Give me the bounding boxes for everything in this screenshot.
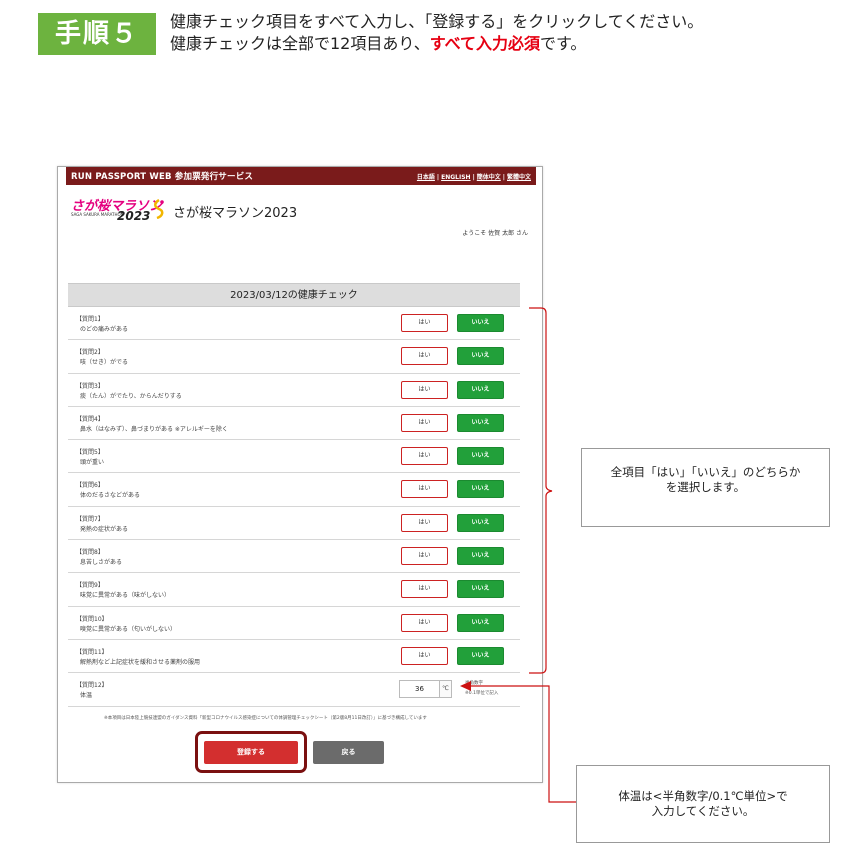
yes-button[interactable]: はい [401,580,448,599]
lang-traditional-chinese-link[interactable]: 繁體中文 [507,174,531,181]
question-number: 【質問5】 [76,449,104,457]
logo-sub-text: SAGA SAKURA MARATHON [71,212,124,217]
yes-button[interactable]: はい [401,613,448,632]
question-row-6: 【質問6】体のだるさなどがある はい いいえ [68,473,520,507]
question-row-11: 【質問11】解熱剤など上記症状を緩和させる薬剤の服用 はい いいえ [68,639,520,674]
question-row-8: 【質問8】息苦しさがある はい いいえ [68,540,520,574]
question-row-9: 【質問9】味覚に異常がある（味がしない） はい いいえ [68,573,520,607]
question-row-7: 【質問7】発熱の症状がある はい いいえ [68,506,520,541]
callout-1-line-1: 全項目「はい」「いいえ」のどちらか [610,464,801,479]
no-button[interactable]: いいえ [457,413,504,432]
question-row-2: 【質問2】咳（せき）がでる はい いいえ [68,340,520,374]
callout-select-all: 全項目「はい」「いいえ」のどちらか を選択します。 [581,448,830,527]
step-instruction-line-1: 健康チェック項目をすべて入力し、「登録する」をクリックしてください。 [170,12,704,31]
no-button[interactable]: いいえ [457,547,504,566]
yes-button[interactable]: はい [401,347,448,366]
event-logo: さが桜マラソン SAGA SAKURA MARATHON 2023 [71,195,164,225]
required-emphasis: すべて入力必須 [429,34,540,53]
lang-japanese-link[interactable]: 日本語 [417,174,435,181]
question-text: 息苦しさがある [80,559,123,567]
welcome-message: ようこそ 佐賀 太郎 さん [462,230,528,237]
back-button[interactable]: 戻る [313,741,384,764]
yes-button[interactable]: はい [401,646,448,665]
logo-swoosh-icon [154,199,164,219]
no-button[interactable]: いいえ [457,314,504,332]
temperature-input[interactable]: 36 [399,680,440,699]
no-button[interactable]: いいえ [457,646,504,665]
question-text: 嗅覚に異常がある（匂いがしない） [80,625,177,633]
form-footnote: ※本項目は日本陸上競技連盟のガイダンス資料「新型コロナウイルス感染症についての体… [104,716,427,721]
logo-year: 2023 [117,209,151,223]
lang-simplified-chinese-link[interactable]: 簡体中文 [477,174,501,181]
question-number: 【質問6】 [76,482,104,490]
question-number: 【質問11】 [76,648,108,656]
question-text: 発熱の症状がある [80,525,129,533]
yes-button[interactable]: はい [401,513,448,532]
no-button[interactable]: いいえ [457,580,504,599]
step-line2-pre: 健康チェックは全部で12項目あり、 [170,34,430,53]
yes-button[interactable]: はい [401,547,448,566]
temperature-unit: ℃ [440,680,452,699]
callout-1-line-2: を選択します。 [665,479,746,494]
question-text: 痰（たん）がでたり、からんだりする [80,392,182,400]
yes-button[interactable]: はい [401,447,448,466]
site-topbar: RUN PASSPORT WEB 参加票発行サービス 日本語 | ENGLISH | 簡… [66,167,536,185]
question-text: 鼻水（はなみず）、鼻づまりがある ※アレルギーを除く [80,425,228,433]
question-row-1: 【質問1】のどの痛みがある はい いいえ [68,307,520,341]
step-instructions: 健康チェック項目をすべて入力し、「登録する」をクリックしてください。 健康チェッ… [170,11,703,55]
question-row-5: 【質問5】頭が重い はい いいえ [68,440,520,474]
language-menu: 日本語 | ENGLISH | 簡体中文 | 繁體中文 [416,174,531,181]
question-list: 【質問1】 のどの痛みがある はい いいえ 【質問2】 咳（せき）がでる はい いいえ 【質問3… [68,307,520,674]
callout-2-line-1: 体温は<半角数字/0.1℃単位>で [618,789,788,803]
no-button[interactable]: いいえ [457,513,504,532]
no-button[interactable]: いいえ [457,447,504,466]
question-text: 頭が重い [80,459,105,467]
no-button[interactable]: いいえ [457,380,504,399]
health-check-title: 2023/03/12の健康チェック [68,283,520,307]
question-row-12: 【質問12】 体温 36 ℃ 半角数字 ※0.1単位で記入 [68,673,520,707]
yes-button[interactable]: はい [401,314,448,332]
question-number: 【質問7】 [76,515,104,523]
question-text: 体のだるさなどがある [80,492,141,500]
question-number: 【質問1】 [76,316,104,323]
lang-english-link[interactable]: ENGLISH [441,174,470,181]
question-row-3: 【質問3】痰（たん）がでたり、からんだりする はい いいえ [68,373,520,407]
question-number: 【質問8】 [76,549,104,557]
question-row-4: 【質問4】鼻水（はなみず）、鼻づまりがある ※アレルギーを除く はい いいえ [68,406,520,441]
step-instruction-line-2: 健康チェックは全部で12項目あり、すべて入力必須です。 [170,33,703,55]
question-text: 解熱剤など上記症状を緩和させる薬剤の服用 [80,658,201,666]
health-check-form: 2023/03/12の健康チェック 【質問1】 のどの痛みがある はい いいえ 【質問2… [68,283,520,707]
temperature-note-precision: ※0.1単位で記入 [465,691,499,697]
question-number: 【質問9】 [76,582,104,590]
no-button[interactable]: いいえ [457,480,504,499]
yes-button[interactable]: はい [401,480,448,499]
submit-button[interactable]: 登録する [204,741,298,764]
callout-2-line-2: 入力してください。 [651,804,755,818]
question-number: 【質問12】 [76,682,108,690]
site-brand: RUN PASSPORT WEB 参加票発行サービス [71,172,254,182]
question-text: 咳（せき）がでる [80,359,129,367]
step-badge: 手順５ [38,13,156,55]
temperature-note-format: 半角数字 [465,681,483,687]
no-button[interactable]: いいえ [457,613,504,632]
question-number: 【質問3】 [76,382,104,390]
question-text: のどの痛みがある [80,326,129,333]
yes-button[interactable]: はい [401,413,448,432]
form-screenshot: RUN PASSPORT WEB 参加票発行サービス 日本語 | ENGLISH | 簡… [57,166,543,783]
question-number: 【質問10】 [76,615,108,623]
question-text: 味覚に異常がある（味がしない） [80,592,171,600]
question-row-10: 【質問10】嗅覚に異常がある（匂いがしない） はい いいえ [68,606,520,640]
event-title: さが桜マラソン2023 [173,206,298,221]
no-button[interactable]: いいえ [457,347,504,366]
question-number: 【質問4】 [76,415,104,423]
question-number: 【質問2】 [76,349,104,357]
callout-temperature: 体温は<半角数字/0.1℃単位>で 入力してください。 [576,765,830,843]
question-text: 体温 [80,692,93,700]
yes-button[interactable]: はい [401,380,448,399]
step-line2-post: です。 [539,34,587,53]
